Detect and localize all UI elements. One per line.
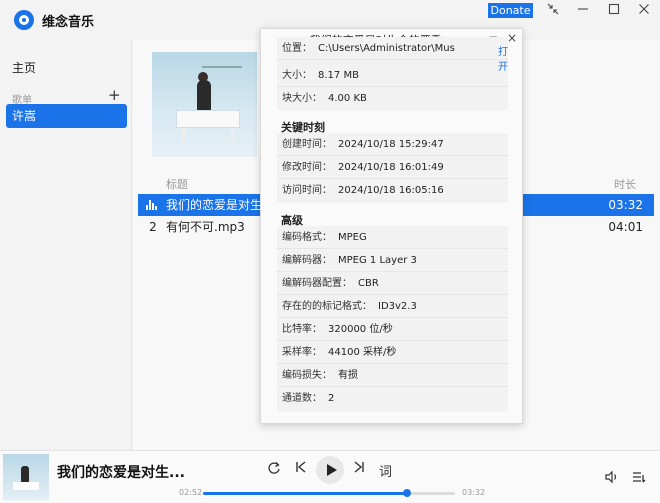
progress-slider[interactable] [203,489,455,497]
prop-location: 位置： C:\Users\Administrator\Mus [277,37,508,60]
play-button[interactable] [316,456,344,484]
track-number: 2 [149,220,157,234]
elapsed-time: 02:52 [179,488,203,497]
track-title: 有何不可.mp3 [166,220,245,234]
previous-icon[interactable] [295,461,307,477]
advanced-card: 编码格式： MPEG 编解码器： MPEG 1 Layer 3 编解码器配置： CBR… [277,226,508,412]
track-duration: 04:01 [608,220,643,234]
prop-lossy: 编码损失： 有损 [277,364,508,387]
sidebar: 主页 歌单 + 许嵩 [0,40,132,450]
now-playing-cover[interactable] [3,454,49,500]
playing-wave-icon [146,200,158,210]
column-header-title[interactable]: 标题 [166,176,188,192]
maximize-icon[interactable] [599,2,629,20]
app-logo-icon [14,10,34,30]
lyrics-button[interactable]: 词 [379,461,392,480]
volume-icon[interactable] [605,470,619,488]
minimize-icon[interactable] [568,2,598,20]
close-icon[interactable]: × [507,31,517,45]
prop-created: 创建时间： 2024/10/18 15:29:47 [277,133,508,156]
properties-dialog: 我们的恋爱是对生命的严重... − × 位置：C:\Users\Administ… [260,28,523,424]
total-time: 03:32 [462,488,486,497]
prop-codec: 编解码器： MPEG 1 Layer 3 [277,249,508,272]
add-playlist-button[interactable]: + [108,86,121,104]
prop-channels: 通道数： 2 [282,393,335,404]
prop-modified: 修改时间： 2024/10/18 16:01:49 [277,156,508,179]
playlist-icon[interactable] [632,470,646,488]
file-info-card: 位置： C:\Users\Administrator\Mus 打开 大小： 8.17… [277,37,508,111]
prop-codec-format: 编码格式： MPEG [277,226,508,249]
times-card: 创建时间： 2024/10/18 15:29:47 修改时间： 2024/10/18… [277,133,508,203]
track-title: 我们的恋爱是对生命 [166,198,275,212]
prop-tag-format: 存在的的标记格式： ID3v2.3 [277,295,508,318]
album-cover [152,52,257,157]
next-icon[interactable] [353,461,365,477]
column-header-duration[interactable]: 时长 [614,176,636,192]
close-icon[interactable] [629,2,659,20]
player-bar: 我们的恋爱是对生... 词 02:52 03:32 [0,450,660,503]
prop-block-size: 块大小： 4.00 KB [282,93,367,104]
repeat-icon[interactable] [267,461,281,479]
sidebar-item-playlist[interactable]: 许嵩 [6,104,127,128]
now-playing-title[interactable]: 我们的恋爱是对生... [57,462,185,482]
prop-codec-config: 编解码器配置： CBR [277,272,508,295]
prop-accessed: 访问时间： 2024/10/18 16:05:16 [282,185,444,196]
shrink-icon[interactable] [538,2,568,20]
track-duration: 03:32 [608,198,643,212]
donate-button[interactable]: Donate [488,3,533,18]
progress-knob[interactable] [403,489,412,497]
sidebar-item-home[interactable]: 主页 [12,59,36,76]
prop-size: 大小： 8.17 MB [277,64,508,87]
app-name: 维念音乐 [42,15,95,30]
prop-bitrate: 比特率： 320000 位/秒 [277,318,508,341]
progress-fill [203,492,408,495]
prop-sample-rate: 采样率： 44100 采样/秒 [277,341,508,364]
